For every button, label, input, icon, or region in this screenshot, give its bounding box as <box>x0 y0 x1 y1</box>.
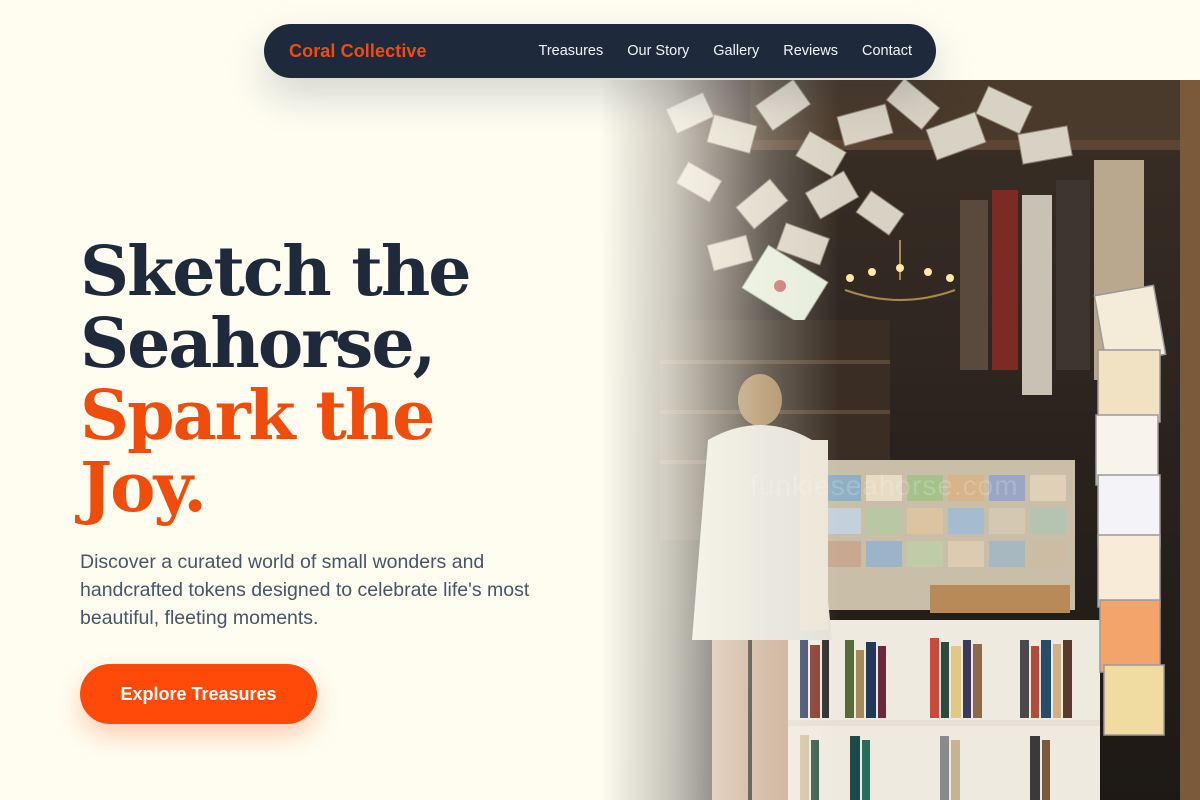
nav-link-contact[interactable]: Contact <box>862 43 912 59</box>
hero-title-line-3: Spark the <box>80 376 435 456</box>
hero-title-line-4: Joy. <box>80 448 207 528</box>
hero-title-line-2: Seahorse, <box>80 304 436 384</box>
nav-item-gallery: Gallery <box>713 42 759 60</box>
top-nav: Coral Collective Treasures Our Story Gal… <box>264 24 936 78</box>
brand-logo[interactable]: Coral Collective <box>289 41 427 62</box>
explore-treasures-button[interactable]: Explore Treasures <box>80 664 317 724</box>
hero-image: funkieseahorse.com <box>600 80 1200 800</box>
nav-link-treasures[interactable]: Treasures <box>539 43 604 59</box>
nav-item-our-story: Our Story <box>627 42 689 60</box>
hero-title-line-1: Sketch the <box>80 232 472 312</box>
nav-links: Treasures Our Story Gallery Reviews Cont… <box>539 42 913 60</box>
hero-title: Sketch the Seahorse, Spark the Joy. <box>80 232 472 528</box>
nav-item-treasures: Treasures <box>539 42 604 60</box>
nav-item-reviews: Reviews <box>783 42 838 60</box>
nav-link-our-story[interactable]: Our Story <box>627 43 689 59</box>
bookshop-illustration <box>600 80 1200 800</box>
hero-subtitle: Discover a curated world of small wonder… <box>80 551 530 629</box>
nav-link-gallery[interactable]: Gallery <box>713 43 759 59</box>
nav-item-contact: Contact <box>862 42 912 60</box>
nav-link-reviews[interactable]: Reviews <box>783 43 838 59</box>
image-watermark: funkieseahorse.com <box>750 470 1019 501</box>
